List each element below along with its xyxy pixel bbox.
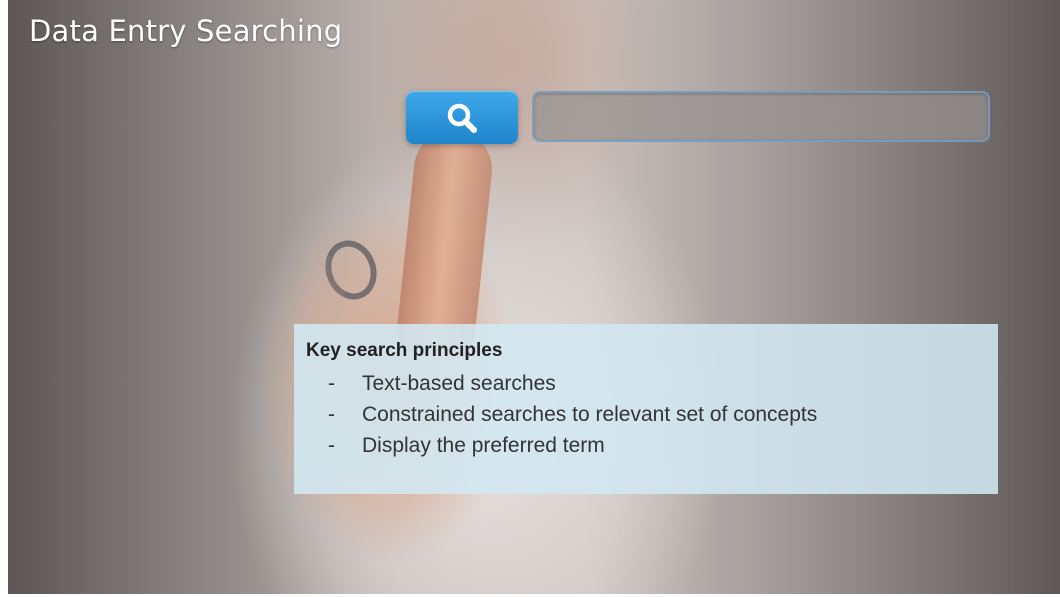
principles-heading: Key search principles bbox=[306, 340, 503, 361]
search-icon bbox=[447, 103, 477, 133]
slide: Data Entry Searching Key search principl… bbox=[8, 0, 1060, 594]
search-button[interactable] bbox=[406, 91, 518, 144]
list-item-text: Constrained searches to relevant set of … bbox=[362, 403, 818, 426]
bullet-marker: - bbox=[328, 434, 335, 457]
search-input[interactable] bbox=[532, 91, 990, 142]
bullet-marker: - bbox=[328, 403, 335, 426]
principles-box: Key search principles - Text-based searc… bbox=[294, 324, 998, 494]
slide-title: Data Entry Searching bbox=[29, 14, 343, 48]
principles-list: - Text-based searches - Constrained sear… bbox=[306, 368, 986, 461]
list-item-text: Text-based searches bbox=[362, 372, 556, 395]
list-item: - Display the preferred term bbox=[306, 430, 986, 461]
list-item-text: Display the preferred term bbox=[362, 434, 605, 457]
bullet-marker: - bbox=[328, 372, 335, 395]
background-ring bbox=[317, 233, 385, 307]
list-item: - Text-based searches bbox=[306, 368, 986, 399]
list-item: - Constrained searches to relevant set o… bbox=[306, 399, 986, 430]
